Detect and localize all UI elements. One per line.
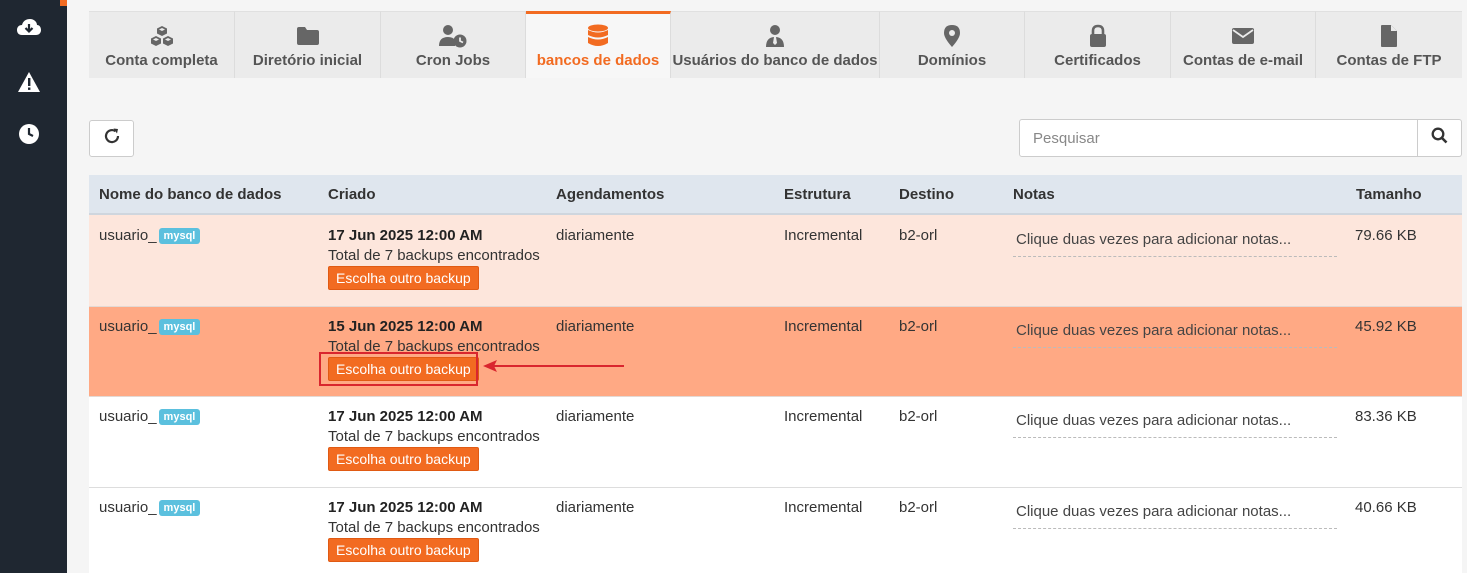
structure-cell: Incremental (784, 227, 863, 244)
destination-cell: b2-orl (899, 499, 938, 516)
user-clock-icon (438, 24, 468, 48)
sidebar-accent (60, 0, 67, 6)
notes-field[interactable]: Clique duas vezes para adicionar notas..… (1013, 225, 1337, 257)
sidebar (0, 0, 67, 573)
cubes-icon (150, 24, 174, 48)
created-date: 17 Jun 2025 12:00 AM (328, 408, 483, 425)
created-cell: 17 Jun 2025 12:00 AM Total de 7 backups … (328, 227, 540, 290)
tab-label: Diretório inicial (252, 52, 363, 69)
tab-certificados[interactable]: Certificados (1025, 11, 1171, 78)
search-icon (1431, 127, 1448, 149)
file-icon (1380, 24, 1398, 48)
search-box (1019, 119, 1462, 157)
refresh-button[interactable] (89, 120, 134, 157)
backups-total: Total de 7 backups encontrados (328, 247, 540, 264)
structure-cell: Incremental (784, 499, 863, 516)
created-date: 15 Jun 2025 12:00 AM (328, 318, 483, 335)
created-date: 17 Jun 2025 12:00 AM (328, 227, 483, 244)
tab-contas-de-ftp[interactable]: Contas de FTP (1316, 11, 1462, 78)
tab-label: Certificados (1054, 52, 1141, 69)
db-name: usuario_ (99, 408, 157, 425)
choose-backup-button[interactable]: Escolha outro backup (328, 357, 479, 381)
created-cell: 17 Jun 2025 12:00 AM Total de 7 backups … (328, 408, 540, 471)
tab-conta-completa[interactable]: Conta completa (89, 11, 235, 78)
db-name: usuario_ (99, 227, 157, 244)
structure-cell: Incremental (784, 318, 863, 335)
header-nome[interactable]: Nome do banco de dados (99, 186, 282, 203)
db-name: usuario_ (99, 499, 157, 516)
backups-total: Total de 7 backups encontrados (328, 519, 540, 536)
size-cell: 45.92 KB (1355, 318, 1417, 335)
tab-label: Usuários do banco de dados (672, 52, 878, 69)
mysql-badge: mysql (158, 499, 201, 516)
notes-field[interactable]: Clique duas vezes para adicionar notas..… (1013, 316, 1337, 348)
search-input[interactable] (1019, 119, 1418, 157)
tab-contas-de-email[interactable]: Contas de e-mail (1171, 11, 1316, 78)
size-cell: 83.36 KB (1355, 408, 1417, 425)
lock-icon (1088, 24, 1108, 48)
header-criado[interactable]: Criado (328, 186, 376, 203)
destination-cell: b2-orl (899, 227, 938, 244)
tab-label: Domínios (917, 52, 987, 69)
folder-icon (296, 24, 320, 48)
database-icon (587, 24, 609, 48)
tab-label: Contas de FTP (1336, 52, 1442, 69)
tab-label: Conta completa (105, 52, 218, 69)
warning-icon[interactable] (13, 66, 45, 98)
search-button[interactable] (1418, 119, 1462, 157)
choose-backup-button[interactable]: Escolha outro backup (328, 447, 479, 471)
table-row[interactable]: usuario_ mysql 17 Jun 2025 12:00 AM Tota… (89, 397, 1462, 488)
tab-dominios[interactable]: Domínios (880, 11, 1025, 78)
annotation-arrow-icon (483, 360, 624, 372)
notes-field[interactable]: Clique duas vezes para adicionar notas..… (1013, 497, 1337, 529)
schedule-cell: diariamente (556, 499, 635, 516)
mysql-badge: mysql (158, 227, 201, 244)
destination-cell: b2-orl (899, 408, 938, 425)
backups-total: Total de 7 backups encontrados (328, 428, 540, 445)
mysql-badge: mysql (158, 318, 201, 335)
tab-bancos-de-dados[interactable]: bancos de dados (526, 11, 671, 78)
header-destino[interactable]: Destino (899, 186, 954, 203)
destination-cell: b2-orl (899, 318, 938, 335)
schedule-cell: diariamente (556, 408, 635, 425)
choose-backup-button[interactable]: Escolha outro backup (328, 266, 479, 290)
backups-total: Total de 7 backups encontrados (328, 338, 540, 355)
db-name: usuario_ (99, 318, 157, 335)
mysql-badge: mysql (158, 408, 201, 425)
header-notas[interactable]: Notas (1013, 186, 1055, 203)
notes-field[interactable]: Clique duas vezes para adicionar notas..… (1013, 406, 1337, 438)
choose-backup-button[interactable]: Escolha outro backup (328, 538, 479, 562)
header-agendamentos[interactable]: Agendamentos (556, 186, 664, 203)
tab-label: Contas de e-mail (1182, 52, 1304, 69)
map-marker-icon (943, 24, 961, 48)
header-estrutura[interactable]: Estrutura (784, 186, 851, 203)
structure-cell: Incremental (784, 408, 863, 425)
tab-bar: Conta completa Diretório inicial Cron Jo… (89, 11, 1462, 78)
tab-diretorio-inicial[interactable]: Diretório inicial (235, 11, 381, 78)
table-row[interactable]: usuario_ mysql 17 Jun 2025 12:00 AM Tota… (89, 215, 1462, 307)
cloud-download-icon[interactable] (13, 12, 45, 44)
tab-label: bancos de dados (536, 52, 660, 69)
created-date: 17 Jun 2025 12:00 AM (328, 499, 483, 516)
table-row[interactable]: usuario_ mysql 17 Jun 2025 12:00 AM Tota… (89, 488, 1462, 573)
tab-usuarios-do-banco[interactable]: Usuários do banco de dados (671, 11, 880, 78)
schedule-cell: diariamente (556, 227, 635, 244)
header-tamanho[interactable]: Tamanho (1356, 186, 1422, 203)
envelope-icon (1231, 24, 1255, 48)
backups-table: Nome do banco de dados Criado Agendament… (89, 175, 1462, 573)
table-header: Nome do banco de dados Criado Agendament… (89, 175, 1462, 215)
size-cell: 79.66 KB (1355, 227, 1417, 244)
size-cell: 40.66 KB (1355, 499, 1417, 516)
schedule-cell: diariamente (556, 318, 635, 335)
tab-label: Cron Jobs (415, 52, 491, 69)
created-cell: 17 Jun 2025 12:00 AM Total de 7 backups … (328, 499, 540, 562)
refresh-icon (103, 127, 121, 150)
user-tie-icon (765, 24, 785, 48)
clock-icon[interactable] (13, 118, 45, 150)
tab-cron-jobs[interactable]: Cron Jobs (381, 11, 526, 78)
table-row-selected[interactable]: usuario_ mysql 15 Jun 2025 12:00 AM Tota… (89, 307, 1462, 397)
